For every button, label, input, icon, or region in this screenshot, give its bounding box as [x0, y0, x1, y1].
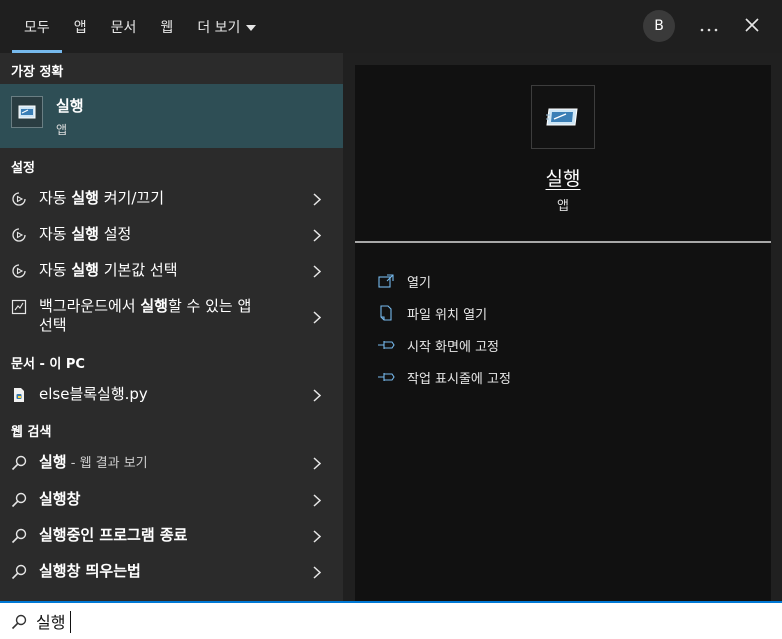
search-icon — [10, 454, 28, 472]
chevron-right-icon — [311, 228, 323, 242]
section-settings: 설정 — [11, 161, 35, 176]
top-bar: 모두 앱 문서 웹 더 보기 B — [0, 0, 782, 53]
search-icon — [10, 613, 28, 631]
section-web-search: 웹 검색 — [11, 425, 52, 440]
search-icon — [10, 491, 28, 509]
web-result-item[interactable]: 실행창 띄우는법 — [0, 561, 343, 583]
autoplay-icon — [10, 262, 28, 280]
tab-apps[interactable]: 앱 — [62, 0, 99, 53]
chevron-right-icon — [311, 529, 323, 543]
chevron-right-icon — [311, 388, 323, 402]
open-icon — [377, 272, 395, 290]
filter-tabs: 모두 앱 문서 웹 더 보기 — [12, 0, 268, 53]
chevron-right-icon — [311, 565, 323, 579]
avatar[interactable]: B — [643, 10, 675, 42]
detail-card: 실행 앱 열기 파일 위치 열기 시작 화면에 고정 작업 표시줄에 고정 — [355, 65, 771, 601]
best-match-type: 앱 — [56, 123, 68, 137]
web-result-item[interactable]: 실행 - 웹 결과 보기 — [0, 452, 343, 474]
tab-more[interactable]: 더 보기 — [185, 0, 268, 53]
close-button[interactable] — [738, 12, 766, 40]
chevron-right-icon — [311, 264, 323, 278]
pin-icon — [377, 336, 395, 354]
autoplay-icon — [10, 190, 28, 208]
ellipsis-icon — [700, 17, 718, 36]
action-open-file-location[interactable]: 파일 위치 열기 — [377, 303, 487, 323]
chevron-right-icon — [311, 456, 323, 470]
detail-title[interactable]: 실행 — [355, 164, 771, 191]
python-file-icon — [10, 386, 28, 404]
web-result-item[interactable]: 실행중인 프로그램 종료 — [0, 525, 343, 547]
text-cursor — [70, 611, 71, 633]
settings-item-autoplay-toggle[interactable]: 자동 실행 켜기/끄기 — [0, 188, 343, 210]
background-apps-icon — [10, 298, 28, 316]
results-pane: 가장 정확 실행 앱 설정 자동 실행 켜기/끄기 자동 실행 설정 자동 실행… — [0, 53, 343, 601]
best-match-item[interactable]: 실행 앱 — [0, 84, 343, 148]
caret-down-icon — [246, 19, 257, 35]
close-icon — [745, 17, 759, 36]
autoplay-icon — [10, 226, 28, 244]
web-result-item[interactable]: 실행창 — [0, 489, 343, 511]
section-documents: 문서 - 이 PC — [11, 357, 85, 372]
divider — [355, 241, 771, 243]
search-input[interactable] — [36, 607, 756, 635]
detail-pane: 실행 앱 열기 파일 위치 열기 시작 화면에 고정 작업 표시줄에 고정 — [343, 53, 782, 601]
action-open[interactable]: 열기 — [377, 271, 431, 291]
settings-item-autoplay-defaults[interactable]: 자동 실행 기본값 선택 — [0, 260, 343, 282]
chevron-right-icon — [311, 493, 323, 507]
document-item[interactable]: else블록실행.py — [0, 384, 343, 406]
settings-item-background-apps[interactable]: 백그라운드에서 실행할 수 있는 앱 선택 — [0, 296, 343, 338]
tab-web[interactable]: 웹 — [148, 0, 185, 53]
run-app-large-icon — [531, 85, 595, 149]
file-location-icon — [377, 304, 395, 322]
tab-documents[interactable]: 문서 — [99, 0, 149, 53]
chevron-right-icon — [311, 310, 323, 324]
pin-icon — [377, 368, 395, 386]
run-app-icon — [11, 96, 43, 128]
search-icon — [10, 563, 28, 581]
search-bar — [0, 601, 782, 639]
search-icon — [10, 527, 28, 545]
chevron-right-icon — [311, 192, 323, 206]
tab-all[interactable]: 모두 — [12, 0, 62, 53]
more-options-button[interactable] — [694, 12, 724, 40]
settings-item-autoplay-settings[interactable]: 자동 실행 설정 — [0, 224, 343, 246]
action-pin-to-taskbar[interactable]: 작업 표시줄에 고정 — [377, 367, 511, 387]
detail-type: 앱 — [557, 199, 569, 214]
section-best-match: 가장 정확 — [11, 65, 64, 80]
action-pin-to-start[interactable]: 시작 화면에 고정 — [377, 335, 499, 355]
best-match-title: 실행 — [56, 97, 84, 115]
